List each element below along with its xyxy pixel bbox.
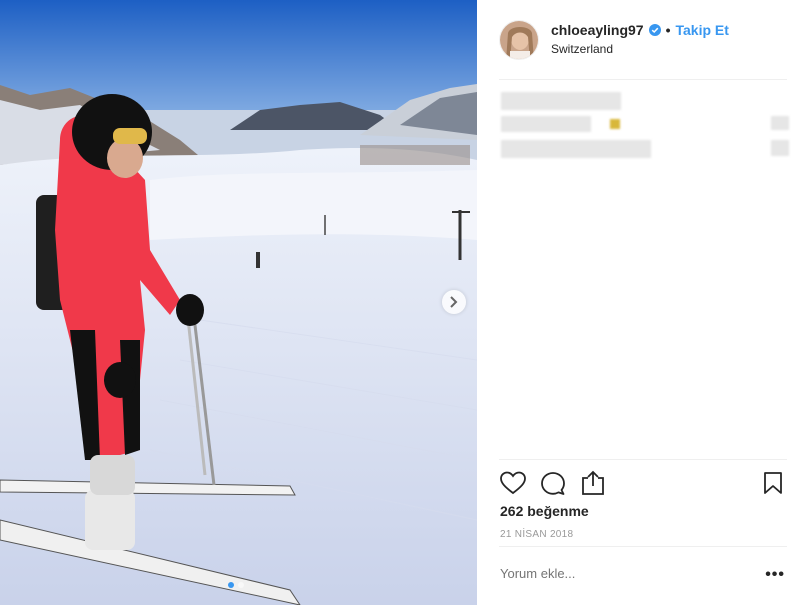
- comment-divider: [499, 546, 787, 547]
- username-link[interactable]: chloeayling97: [551, 22, 644, 38]
- comment-icon: [541, 472, 565, 495]
- caption-blur-3: [501, 140, 651, 158]
- heart-icon: [500, 471, 526, 495]
- save-button[interactable]: [759, 469, 787, 497]
- post-photo[interactable]: [0, 0, 477, 605]
- header-row: chloeayling97 • Takip Et: [551, 22, 729, 38]
- location-link[interactable]: Switzerland: [551, 42, 729, 56]
- avatar-image: [500, 21, 538, 59]
- caption-blur-5: [771, 140, 789, 156]
- carousel-next-button[interactable]: [442, 290, 466, 314]
- caption-blur-2: [501, 116, 591, 132]
- separator: •: [665, 22, 671, 38]
- chevron-right-icon: [450, 296, 458, 308]
- carousel-dot: [238, 582, 244, 588]
- share-icon: [582, 470, 604, 495]
- post-details-panel: chloeayling97 • Takip Et Switzerland 262…: [477, 0, 807, 605]
- ski-scene-image: [0, 0, 477, 605]
- caption-blur-1: [501, 92, 621, 110]
- carousel-indicator: [228, 582, 244, 588]
- post-date[interactable]: 21 NİSAN 2018: [500, 529, 573, 540]
- carousel-dot-active: [228, 582, 234, 588]
- comment-button[interactable]: [539, 469, 567, 497]
- post-header: chloeayling97 • Takip Et Switzerland: [499, 20, 787, 80]
- caption-blur-emoji: [610, 119, 620, 129]
- caption-blur-4: [771, 116, 789, 130]
- like-button[interactable]: [499, 469, 527, 497]
- share-button[interactable]: [579, 469, 607, 497]
- header-divider: [499, 79, 787, 80]
- avatar[interactable]: [499, 20, 539, 60]
- header-text: chloeayling97 • Takip Et Switzerland: [551, 22, 729, 56]
- verified-badge-icon: [648, 24, 661, 36]
- more-options-button[interactable]: •••: [765, 566, 785, 584]
- action-bar: [499, 468, 787, 498]
- follow-button[interactable]: Takip Et: [676, 22, 729, 38]
- comment-input[interactable]: [500, 566, 720, 581]
- actions-divider: [499, 459, 787, 460]
- bookmark-icon: [764, 472, 782, 494]
- likes-count[interactable]: 262 beğenme: [500, 503, 589, 519]
